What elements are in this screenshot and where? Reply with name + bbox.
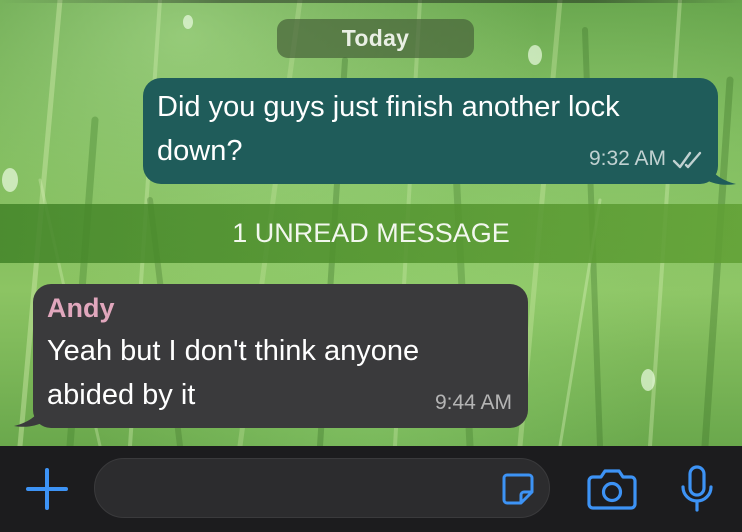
sticker-icon[interactable] (501, 472, 535, 506)
message-input[interactable] (113, 469, 497, 509)
outgoing-bubble-tail (706, 160, 736, 185)
message-timestamp: 9:44 AM (434, 391, 512, 414)
plus-icon[interactable] (24, 466, 70, 512)
unread-messages-banner: 1 UNREAD MESSAGE (0, 204, 742, 263)
outgoing-message-bubble[interactable]: Did you guys just finish another lock do… (143, 78, 718, 184)
message-timestamp: 9:32 AM (588, 147, 666, 170)
incoming-bubble-tail (14, 402, 44, 427)
chat-wallpaper: Today Did you guys just finish another l… (0, 0, 742, 446)
microphone-icon[interactable] (680, 465, 714, 513)
message-input-field[interactable] (94, 458, 550, 518)
date-separator: Today (277, 19, 474, 58)
message-input-bar (0, 446, 742, 532)
top-edge-shadow (0, 0, 742, 3)
incoming-message-bubble[interactable]: Andy Yeah but I don't think anyone abide… (33, 284, 528, 428)
double-check-icon (672, 151, 702, 169)
camera-icon[interactable] (587, 468, 637, 510)
sender-name[interactable]: Andy (47, 290, 115, 326)
